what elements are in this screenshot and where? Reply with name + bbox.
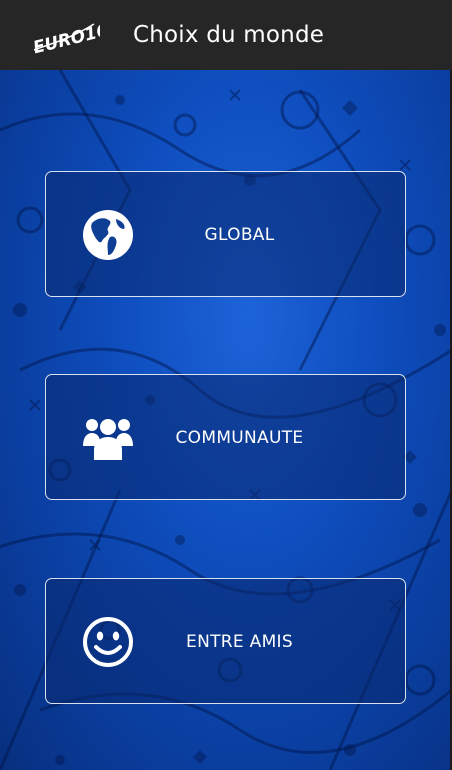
top-bar: EURO16 Choix du monde bbox=[0, 0, 452, 70]
communaute-option-label: COMMUNAUTE bbox=[175, 428, 304, 448]
communaute-option-button[interactable]: COMMUNAUTE bbox=[45, 374, 406, 500]
entre-amis-option-label: ENTRE AMIS bbox=[186, 632, 293, 652]
global-option-button[interactable]: GLOBAL bbox=[45, 171, 406, 297]
entre-amis-option-button[interactable]: ENTRE AMIS bbox=[45, 578, 406, 704]
svg-text:EURO16: EURO16 bbox=[31, 20, 100, 58]
euro16-logo: EURO16 bbox=[31, 20, 100, 58]
global-option-label: GLOBAL bbox=[204, 225, 275, 245]
page-title: Choix du monde bbox=[133, 22, 325, 48]
